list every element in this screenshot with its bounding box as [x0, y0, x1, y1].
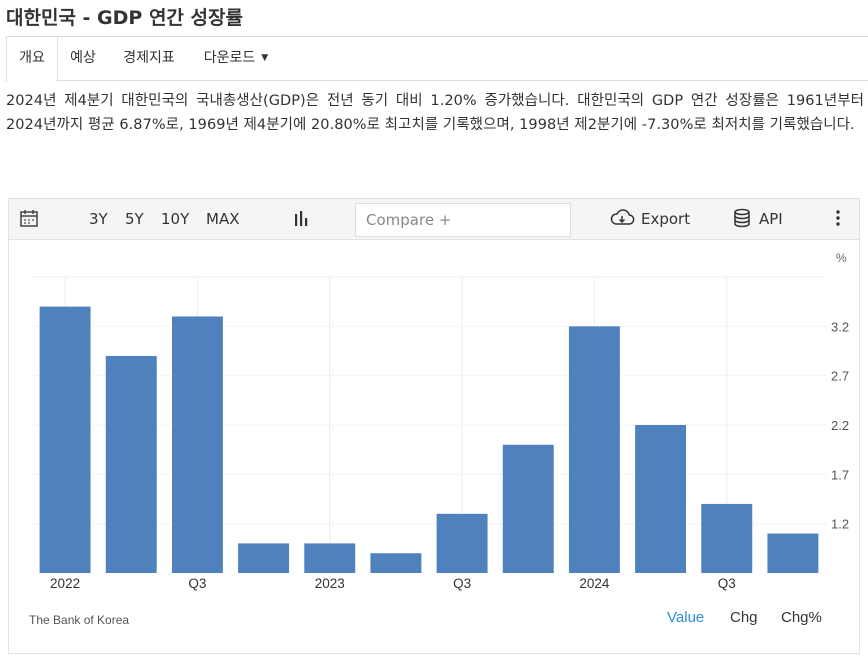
data-source: The Bank of Korea [29, 613, 130, 627]
chg-button[interactable]: Chg [730, 609, 758, 626]
bar [767, 533, 819, 573]
gdp-growth-chart: % 1.2 1.7 2.2 2.7 3.2 2022 Q3 2023 Q3 2024 Q3 [32, 251, 849, 591]
chart-bars [39, 306, 819, 573]
y-axis-ticks: 1.2 1.7 2.2 2.7 3.2 [831, 319, 849, 531]
bar [105, 355, 157, 573]
y-tick-label: 2.7 [831, 369, 849, 384]
bar [635, 425, 687, 573]
bar [436, 513, 488, 573]
bar [701, 503, 753, 573]
bar [370, 553, 422, 573]
x-tick-label: 2023 [315, 576, 345, 591]
bar [502, 444, 554, 573]
x-tick-label: Q3 [188, 576, 206, 591]
x-axis-ticks: 2022 Q3 2023 Q3 2024 Q3 [50, 576, 736, 591]
x-tick-label: Q3 [453, 576, 471, 591]
y-tick-label: 2.2 [831, 418, 849, 433]
bar [238, 543, 290, 573]
y-tick-label: 3.2 [831, 319, 849, 334]
value-button[interactable]: Value [667, 609, 704, 626]
chg-percent-button[interactable]: Chg% [781, 609, 822, 626]
bar [171, 316, 223, 573]
bar [304, 543, 356, 573]
bar [39, 306, 91, 573]
x-tick-label: 2022 [50, 576, 80, 591]
y-tick-label: 1.7 [831, 467, 849, 482]
y-axis-unit: % [836, 251, 847, 265]
bar [568, 326, 620, 573]
x-tick-label: Q3 [718, 576, 736, 591]
y-tick-label: 1.2 [831, 517, 849, 532]
x-tick-label: 2024 [579, 576, 610, 591]
